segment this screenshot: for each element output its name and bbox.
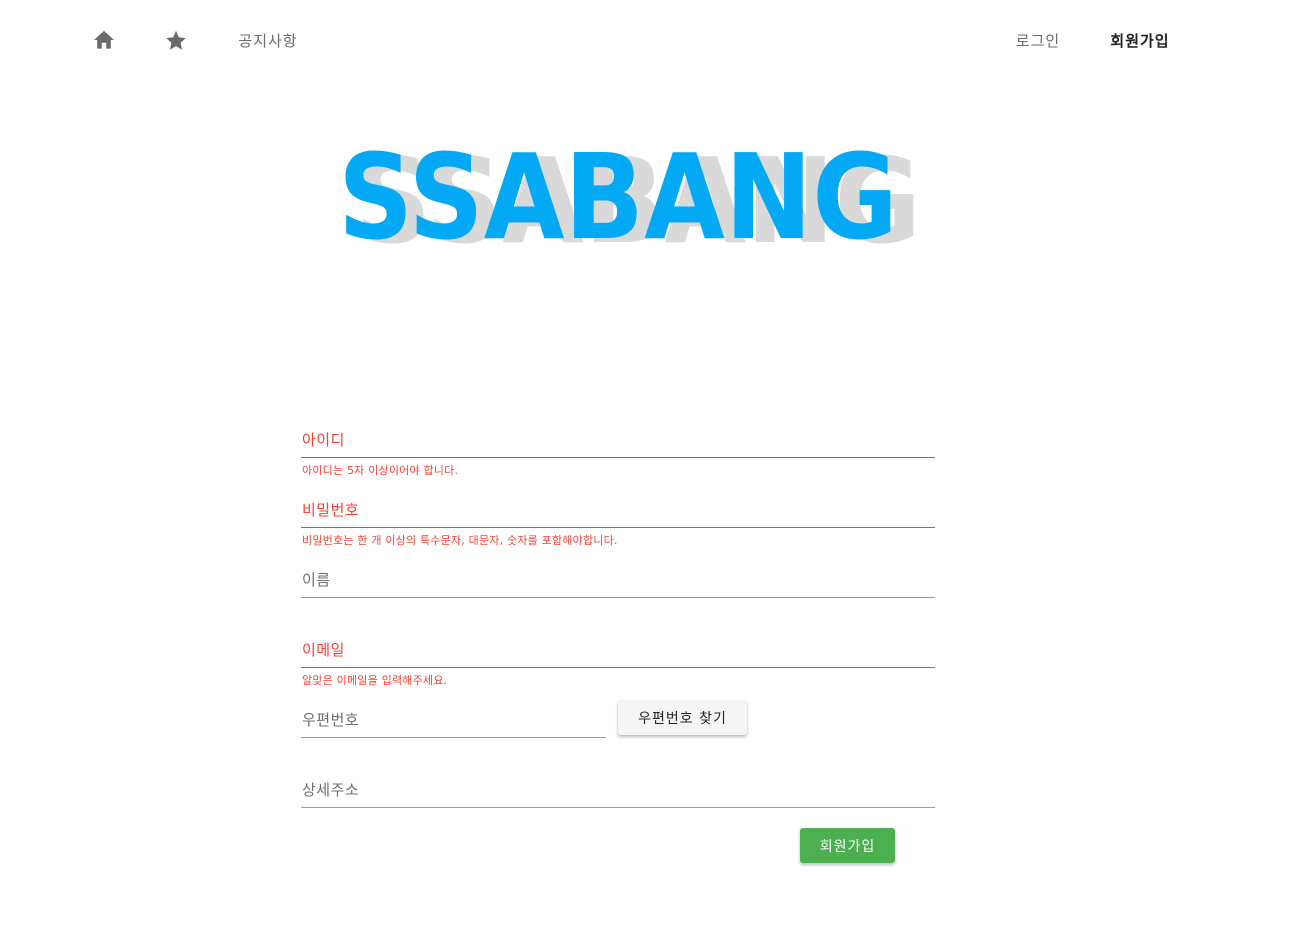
nav-signup-link[interactable]: 회원가입 — [1096, 22, 1184, 58]
id-field-underline — [301, 457, 935, 458]
ssabang-logo: SSABANG SSABANG — [338, 138, 921, 253]
zipcode-field-label: 우편번호 — [302, 711, 360, 729]
email-field-underline — [301, 667, 935, 668]
home-icon — [94, 30, 114, 49]
zipcode-field[interactable]: 우편번호 — [301, 700, 606, 738]
nav-login-link[interactable]: 로그인 — [1002, 22, 1074, 58]
password-field[interactable]: 비밀번호 — [301, 490, 935, 528]
favorites-button[interactable] — [158, 22, 194, 58]
home-button[interactable] — [86, 22, 122, 58]
name-field[interactable]: 이름 — [301, 560, 935, 598]
star-icon — [166, 30, 186, 50]
email-field-label: 이메일 — [302, 641, 345, 659]
address-field-underline — [301, 807, 935, 808]
email-field[interactable]: 이메일 — [301, 630, 935, 668]
address-field-label: 상세주소 — [302, 781, 360, 799]
zipcode-field-underline — [301, 737, 606, 738]
id-field[interactable]: 아이디 — [301, 420, 935, 458]
password-error-message: 비밀번호는 한 개 이상의 특수문자, 대문자, 숫자를 포함해야합니다. — [302, 534, 618, 547]
top-nav: 공지사항 로그인 회원가입 — [0, 0, 1294, 80]
password-field-label: 비밀번호 — [302, 501, 360, 519]
email-error-message: 알맞은 이메일을 입력해주세요. — [302, 674, 448, 687]
find-zipcode-button[interactable]: 우편번호 찾기 — [618, 701, 747, 735]
id-field-label: 아이디 — [302, 431, 345, 449]
password-field-underline — [301, 527, 935, 528]
svg-text:SSABANG: SSABANG — [338, 138, 898, 253]
name-field-label: 이름 — [302, 571, 331, 589]
address-field[interactable]: 상세주소 — [301, 770, 935, 808]
name-field-underline — [301, 597, 935, 598]
signup-submit-button[interactable]: 회원가입 — [800, 828, 895, 863]
id-error-message: 아이디는 5자 이상이어야 합니다. — [302, 464, 459, 477]
signup-form: 아이디 아이디는 5자 이상이어야 합니다. 비밀번호 비밀번호는 한 개 이상… — [301, 420, 935, 880]
nav-notice-link[interactable]: 공지사항 — [226, 22, 310, 58]
